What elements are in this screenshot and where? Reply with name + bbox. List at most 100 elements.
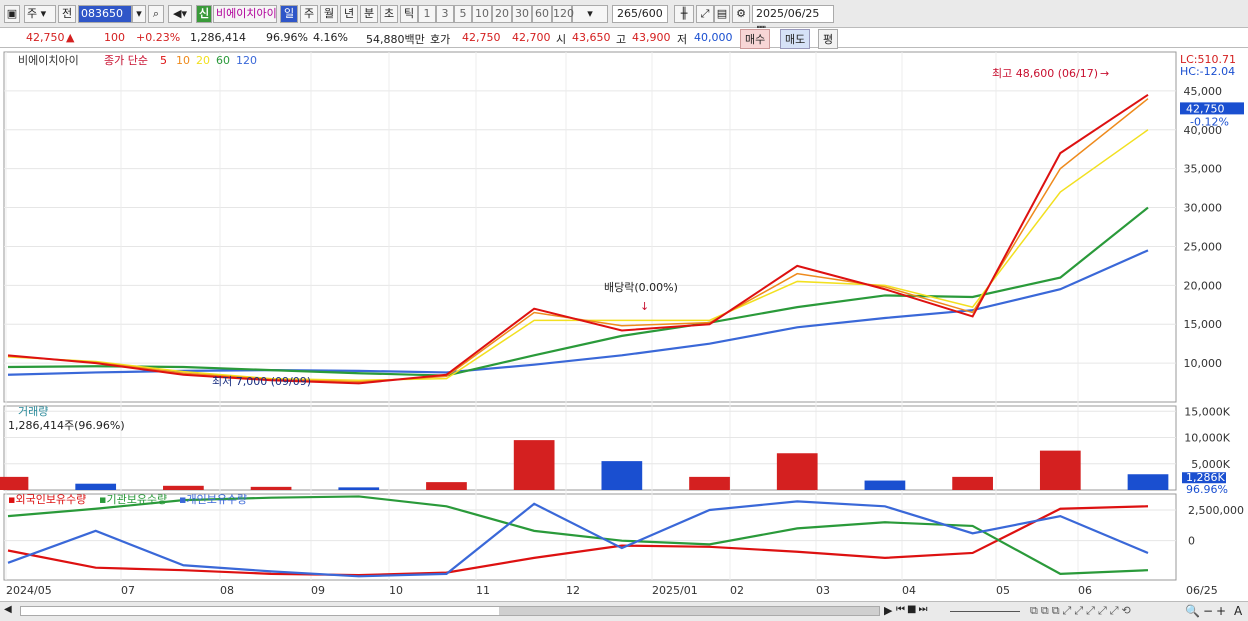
volume-bar: [163, 485, 204, 490]
chevron-down-icon[interactable]: ▾: [132, 5, 146, 23]
layout-icon[interactable]: ▣: [4, 5, 20, 23]
volume-bar: [338, 487, 380, 490]
interval-tab[interactable]: 30: [512, 5, 532, 23]
price-tick-label: 25,000: [1184, 240, 1223, 253]
playback-icons[interactable]: ⏮■⏭: [896, 604, 929, 615]
low-annotation: 최저 7,000 (09/09): [212, 375, 311, 388]
ask-label: 호가: [430, 33, 451, 46]
interval-tab[interactable]: 5: [454, 5, 472, 23]
x-tick-label: 05: [996, 584, 1010, 597]
x-tick-label: 06/25: [1186, 584, 1218, 597]
toolbar: ▣ 주 ▾ 전 083650 ▾ ⌕ ◀▾ 신 비에이치아이 ▾ 265/600…: [0, 0, 1248, 36]
volume-bar: [601, 461, 643, 490]
holdings-tick-label: 2,500,000: [1188, 504, 1244, 517]
x-tick-label: 2024/05: [6, 584, 52, 597]
change-value: 100: [104, 31, 125, 44]
draw-icon[interactable]: ⤢: [696, 5, 714, 23]
zoom-icons[interactable]: 🔍−+: [1185, 604, 1229, 618]
search-icon[interactable]: ⌕: [148, 5, 164, 23]
holdings-legend-2: ▪개인보유수량: [179, 493, 247, 506]
dividend-annotation: 배당락(0.00%): [604, 281, 678, 294]
scroll-right-icon[interactable]: ▶: [884, 604, 892, 617]
eval-button[interactable]: 평: [818, 29, 839, 49]
sound-icon[interactable]: ◀▾: [168, 5, 192, 23]
ma-legend-60: 60: [216, 54, 230, 67]
save-icon[interactable]: ▤: [714, 5, 730, 23]
chart-svg[interactable]: 10,00015,00020,00025,00030,00035,00040,0…: [0, 48, 1248, 601]
volume-bar: [75, 483, 117, 490]
period-tab[interactable]: 월: [320, 5, 338, 23]
scrollbar-track[interactable]: [20, 606, 880, 616]
low-label: 저: [677, 33, 688, 46]
interval-tab[interactable]: 120: [552, 5, 574, 23]
gear-icon[interactable]: ⚙: [732, 5, 750, 23]
stock-name: 비에이치아이: [213, 5, 277, 23]
ma-legend-10: 10: [176, 54, 190, 67]
ma-legend-20: 20: [196, 54, 210, 67]
volume-tick-label: 10,000K: [1184, 432, 1230, 445]
date-field[interactable]: 2025/06/25 ▦: [752, 5, 834, 36]
dividend-arrow-icon: ↓: [640, 300, 649, 313]
date-value: 2025/06/25: [756, 7, 820, 20]
current-pct-label: -0.12%: [1190, 115, 1229, 128]
candle-icon[interactable]: ╫: [674, 5, 694, 23]
interval-tab[interactable]: 20: [492, 5, 512, 23]
prev-button[interactable]: 전: [58, 5, 76, 23]
period-tab[interactable]: 초: [380, 5, 398, 23]
x-tick-label: 11: [476, 584, 490, 597]
vol-ratio: 96.96%: [266, 31, 308, 44]
scrollbar-thumb[interactable]: [499, 607, 879, 615]
x-tick-label: 04: [902, 584, 916, 597]
holdings-legend-0: ▪외국인보유수량: [8, 493, 86, 506]
zoom-reset-button[interactable]: A: [1234, 604, 1242, 618]
period-tab[interactable]: 틱: [400, 5, 418, 23]
x-tick-label: 02: [730, 584, 744, 597]
price-tick-label: 35,000: [1184, 163, 1223, 176]
ma-label: 종가 단순: [104, 54, 148, 67]
interval-tab[interactable]: 10: [472, 5, 492, 23]
market-select[interactable]: 주 ▾: [24, 5, 56, 23]
x-tick-label: 09: [311, 584, 325, 597]
period-tab[interactable]: 분: [360, 5, 378, 23]
volume-bar: [776, 453, 818, 490]
low-value: 40,000: [694, 31, 733, 44]
sell-button[interactable]: 매도: [780, 29, 811, 49]
price-tick-label: 45,000: [1184, 85, 1223, 98]
price-tick-label: 15,000: [1184, 318, 1223, 331]
price-tick-label: 30,000: [1184, 202, 1223, 215]
volume-value: 1,286,414: [190, 31, 246, 44]
volume-bar: [250, 486, 292, 490]
price-value: 42,750: [26, 31, 65, 44]
volume-current-pct: 96.96%: [1186, 483, 1228, 496]
count-field[interactable]: 265/600: [612, 5, 668, 23]
amount: 54,880백만: [366, 33, 425, 46]
volume-current: 1,286,414주(96.96%): [8, 419, 125, 432]
scroll-left-icon[interactable]: ◀: [4, 604, 16, 618]
x-tick-label: 2025/01: [652, 584, 698, 597]
interval-tab[interactable]: 1: [418, 5, 436, 23]
x-tick-label: 10: [389, 584, 403, 597]
period-tab[interactable]: 주: [300, 5, 318, 23]
interval-tab[interactable]: 60: [532, 5, 552, 23]
open-value: 43,650: [572, 31, 611, 44]
tool-icons[interactable]: ⧉⧉⧉⤢⤢⤢⤢⤢⟲: [1030, 604, 1134, 618]
change-pct: +0.23%: [136, 31, 181, 44]
high-value: 43,900: [632, 31, 671, 44]
quote-bar: 42,750 ▲ 100 +0.23% 1,286,414 96.96% 4.1…: [0, 28, 1248, 49]
x-tick-label: 07: [121, 584, 135, 597]
volume-bar: [689, 476, 730, 490]
hc-label: HC:-12.04: [1180, 65, 1235, 78]
volume-panel-title: 거래량: [18, 405, 48, 418]
code-input[interactable]: 083650: [78, 5, 132, 23]
chart-area: 10,000 15,000 20,000 25,000 30,000 35,000 40,0…: [0, 48, 1248, 601]
buy-button[interactable]: 매수: [740, 29, 771, 49]
volume-bar: [426, 482, 467, 490]
period-tab[interactable]: 일: [280, 5, 298, 23]
period-tab[interactable]: 년: [340, 5, 358, 23]
current-price-label: 42,750: [1186, 102, 1225, 115]
interval-tab[interactable]: 3: [436, 5, 454, 23]
zoom-slider[interactable]: [950, 611, 1020, 612]
volume-bar: [952, 476, 993, 490]
bottom-bar: ◀ ▶ ⏮■⏭ ⧉⧉⧉⤢⤢⤢⤢⤢⟲ 🔍−+ A: [0, 601, 1248, 621]
interval-select[interactable]: ▾: [572, 5, 608, 23]
